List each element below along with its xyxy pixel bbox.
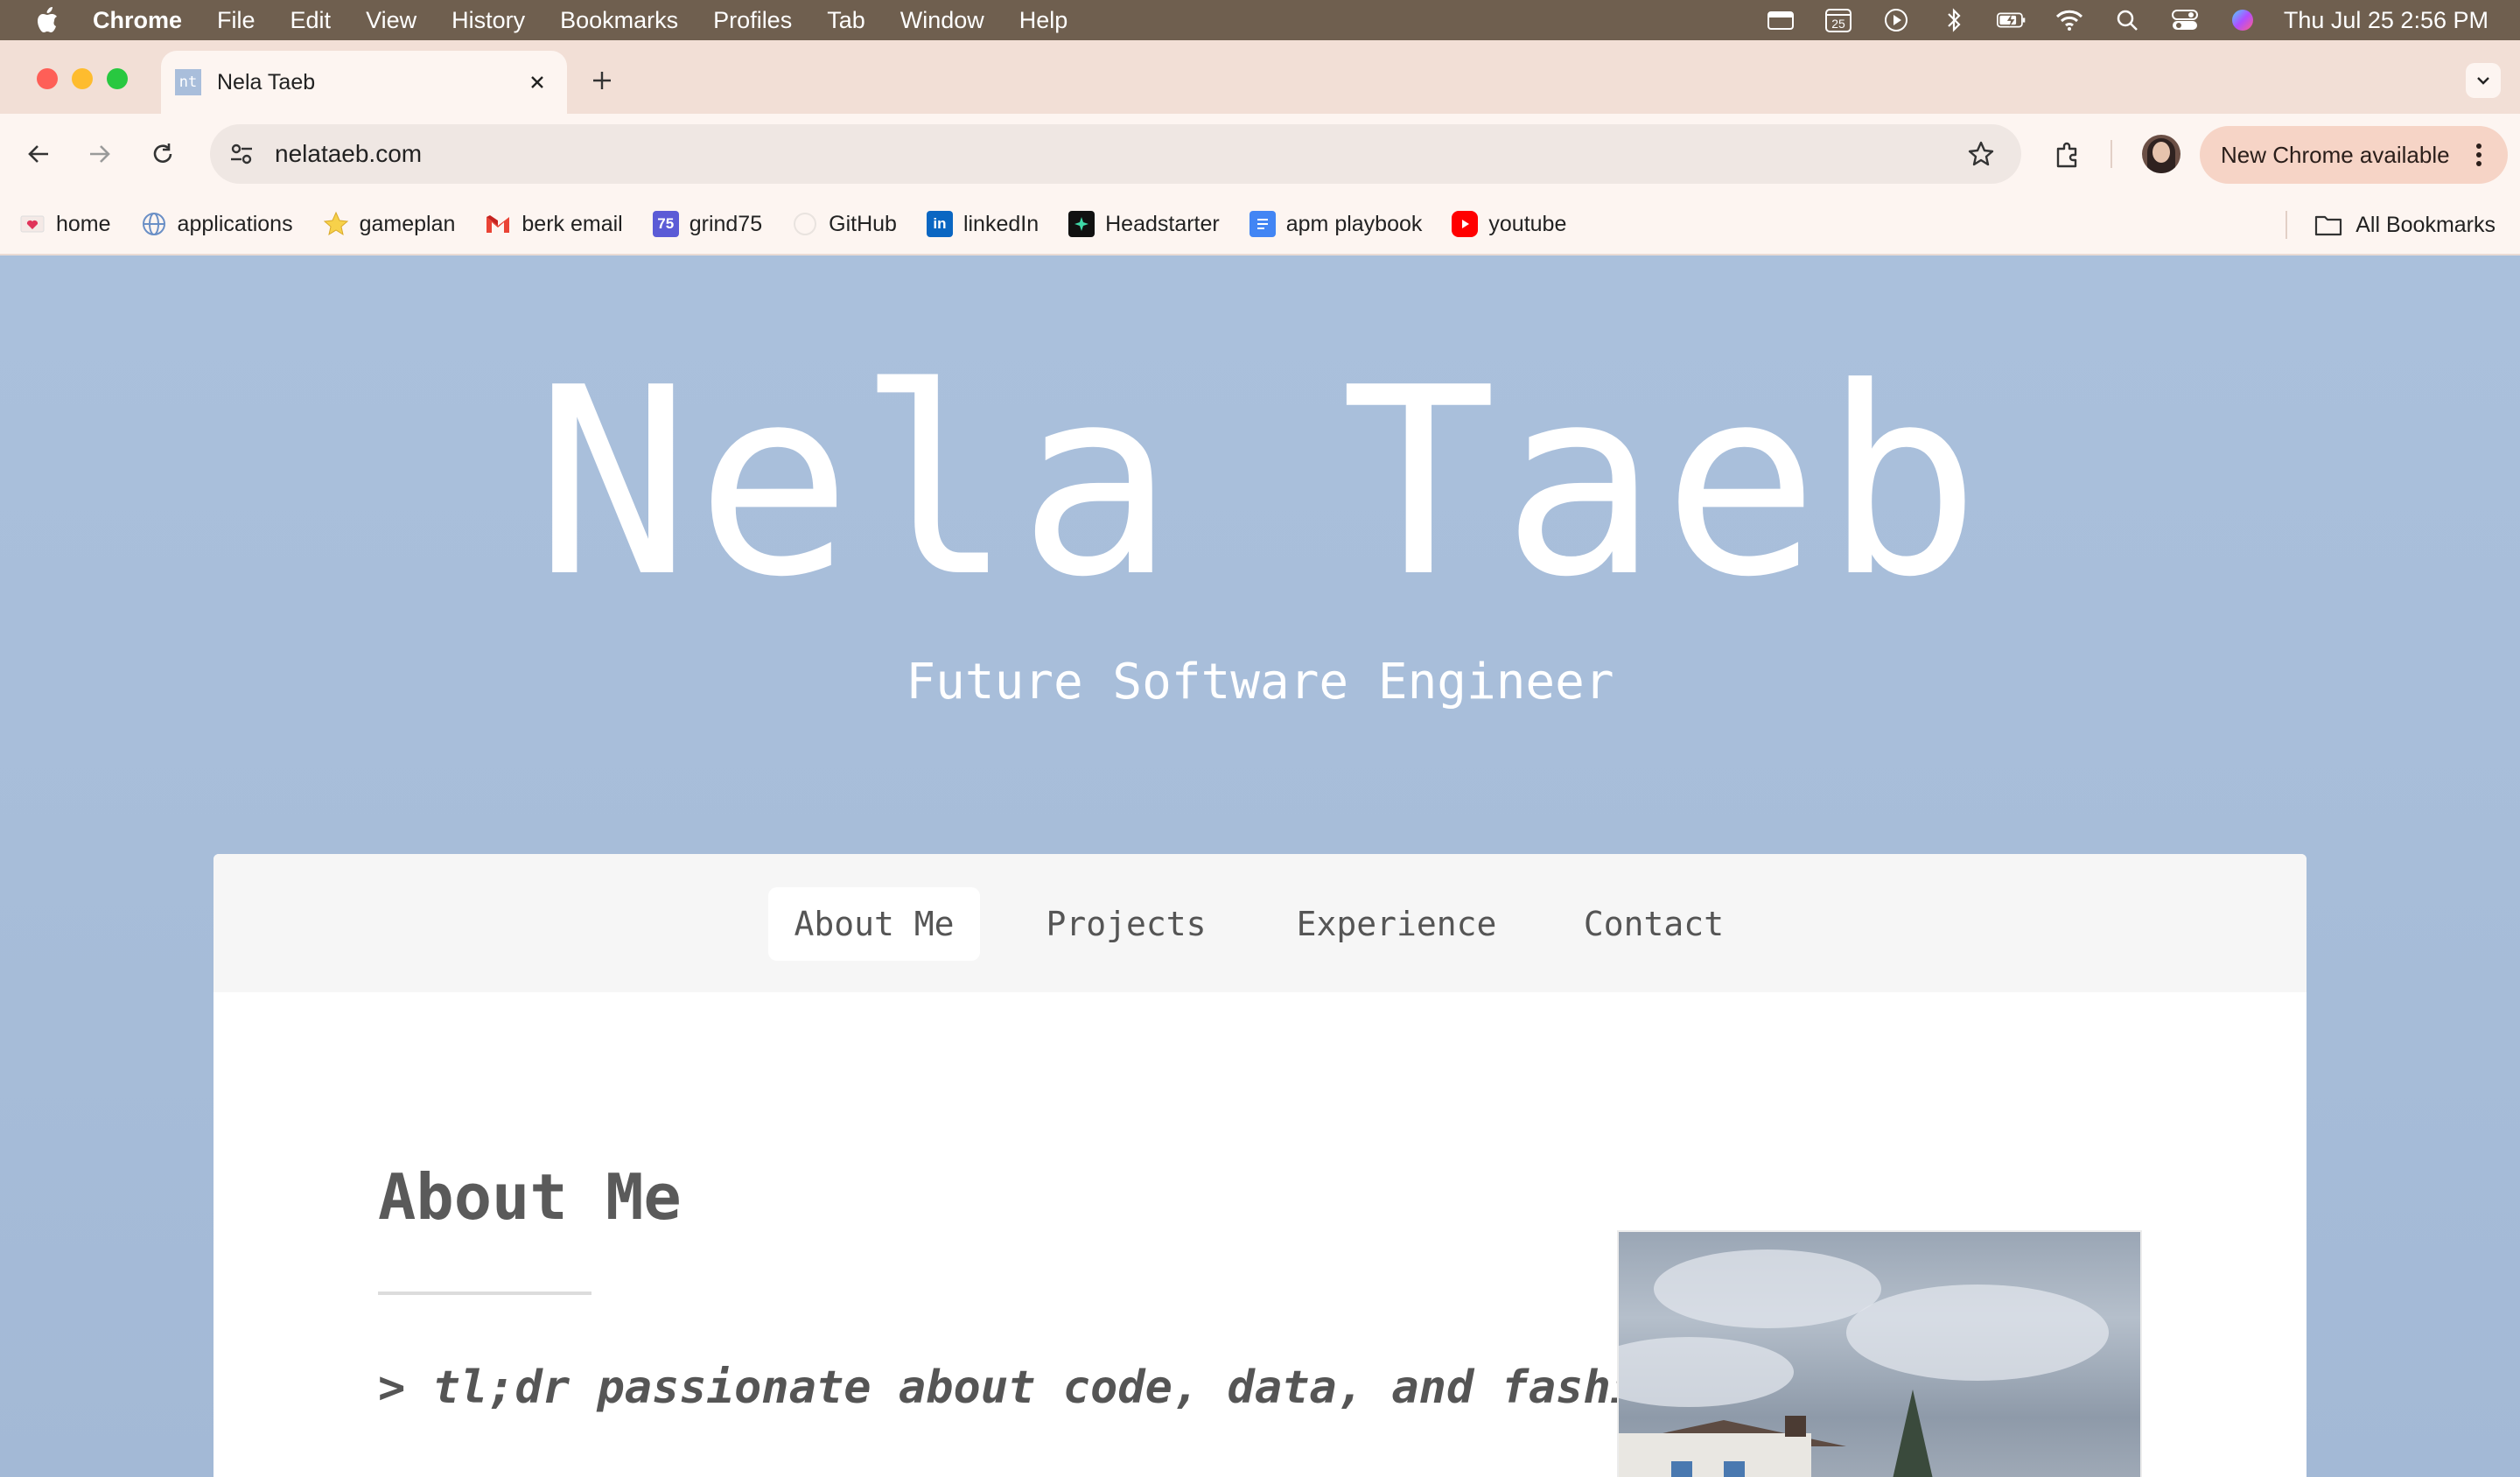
bookmark-label: home: [56, 211, 111, 236]
menu-app-name[interactable]: Chrome: [93, 7, 182, 34]
bookmark-berk-email[interactable]: berk email: [485, 211, 623, 237]
headstarter-icon: [1068, 211, 1096, 237]
play-circle-icon[interactable]: [1881, 7, 1911, 33]
bookmark-label: applications: [177, 211, 293, 236]
forward-arrow-icon[interactable]: [82, 136, 117, 172]
bookmark-home[interactable]: home: [19, 211, 111, 237]
more-vertical-icon[interactable]: [2466, 142, 2492, 168]
bookmark-label: GitHub: [829, 211, 897, 236]
menu-bar-clock[interactable]: Thu Jul 25 2:56 PM: [2284, 7, 2488, 34]
menu-edit[interactable]: Edit: [290, 7, 332, 34]
menu-profiles[interactable]: Profiles: [713, 7, 792, 34]
back-arrow-icon[interactable]: [21, 136, 56, 172]
bookmark-headstarter[interactable]: Headstarter: [1068, 211, 1220, 237]
window-close-button[interactable]: [37, 68, 58, 89]
bookmark-grind75[interactable]: 75 grind75: [652, 211, 763, 237]
about-tldr-text: > tl;dr passionate about code, data, and…: [378, 1362, 1693, 1414]
reload-icon[interactable]: [145, 136, 180, 172]
wifi-icon[interactable]: [2054, 7, 2084, 33]
grind75-icon: 75: [652, 211, 679, 237]
siri-icon[interactable]: [2228, 7, 2258, 33]
bookmark-applications[interactable]: applications: [141, 211, 293, 237]
address-bar[interactable]: [210, 124, 2021, 184]
bookmarks-divider: [2286, 211, 2288, 239]
content-card: About Me Projects Experience Contact Abo…: [214, 854, 2306, 1477]
toolbar-divider: [2110, 140, 2112, 168]
globe-icon: [141, 211, 167, 237]
menu-bar-status-area: 25 Thu Jul 25 2:56 PM: [1738, 0, 2488, 40]
tab-title: Nela Taeb: [217, 69, 316, 94]
heading-underline: [378, 1292, 592, 1295]
calendar-day: 25: [1831, 17, 1845, 31]
bookmark-label: gameplan: [359, 211, 456, 236]
bookmark-youtube[interactable]: youtube: [1452, 211, 1566, 237]
nav-tab-contact[interactable]: Contact: [1566, 887, 1741, 961]
tab-search-chevron-down-icon[interactable]: [2466, 63, 2501, 98]
nav-tab-projects[interactable]: Projects: [1027, 887, 1225, 961]
tab-close-icon[interactable]: [523, 68, 551, 96]
window-minimize-button[interactable]: [72, 68, 93, 89]
update-button-label: New Chrome available: [2221, 141, 2450, 168]
bookmark-label: grind75: [689, 211, 763, 236]
bookmark-label: apm playbook: [1285, 211, 1423, 236]
all-bookmarks-button[interactable]: All Bookmarks: [2356, 213, 2496, 238]
youtube-icon: [1452, 211, 1479, 237]
web-page: Nela Taeb Future Software Engineer About…: [0, 256, 2520, 1477]
bookmark-github[interactable]: GitHub: [792, 211, 897, 237]
section-nav: About Me Projects Experience Contact: [214, 854, 2306, 992]
bookmark-label: youtube: [1488, 211, 1567, 236]
menu-view[interactable]: View: [366, 7, 416, 34]
profile-photo: [1617, 1230, 2142, 1477]
new-chrome-available-button[interactable]: New Chrome available: [2200, 126, 2508, 184]
screen-icon[interactable]: [1766, 7, 1796, 33]
site-info-tune-icon[interactable]: [224, 136, 259, 172]
menu-bookmarks[interactable]: Bookmarks: [560, 7, 678, 34]
bluetooth-icon[interactable]: [1939, 7, 1969, 33]
hero-name: Nela Taeb: [535, 332, 1985, 634]
gmail-icon: [485, 211, 511, 237]
nav-tab-about-me[interactable]: About Me: [768, 887, 980, 961]
github-icon: [792, 211, 818, 237]
menu-tab[interactable]: Tab: [827, 7, 865, 34]
new-tab-plus-icon[interactable]: [586, 65, 618, 96]
bookmark-star-icon[interactable]: [1964, 136, 1998, 172]
hero-subtitle: Future Software Engineer: [906, 654, 1614, 710]
battery-charging-icon[interactable]: [1996, 7, 2026, 33]
window-zoom-button[interactable]: [107, 68, 128, 89]
tab-favicon: nt: [175, 69, 201, 95]
browser-tab-active[interactable]: nt Nela Taeb: [161, 51, 567, 114]
about-me-heading: About Me: [378, 1160, 682, 1234]
menu-file[interactable]: File: [217, 7, 256, 34]
bookmarks-bar: home applications gameplan berk email 75…: [0, 194, 2520, 256]
bookmark-linkedin[interactable]: in linkedIn: [926, 211, 1040, 237]
bookmark-apm-playbook[interactable]: apm playbook: [1249, 211, 1423, 237]
control-center-icon[interactable]: [2170, 7, 2200, 33]
star-icon: [323, 211, 349, 237]
bookmark-label: berk email: [522, 211, 623, 236]
macos-menu-bar: Chrome File Edit View History Bookmarks …: [0, 0, 2520, 40]
bookmark-label: linkedIn: [962, 211, 1040, 236]
menu-help[interactable]: Help: [1019, 7, 1068, 34]
menu-history[interactable]: History: [452, 7, 525, 34]
extensions-puzzle-icon[interactable]: [2049, 135, 2088, 173]
bookmark-gameplan[interactable]: gameplan: [323, 211, 456, 237]
apple-logo-icon[interactable]: [32, 5, 61, 35]
docs-icon: [1249, 211, 1276, 237]
all-bookmarks-area: All Bookmarks: [2286, 194, 2496, 256]
menu-window[interactable]: Window: [900, 7, 984, 34]
profile-avatar[interactable]: [2142, 135, 2180, 173]
linkedin-icon: in: [926, 211, 953, 237]
folder-icon: [2314, 212, 2343, 238]
url-input[interactable]: [275, 140, 1850, 168]
bookmark-label: Headstarter: [1105, 211, 1220, 236]
spotlight-search-icon[interactable]: [2112, 7, 2142, 33]
browser-toolbar: New Chrome available: [0, 114, 2520, 194]
calendar-icon[interactable]: 25: [1824, 7, 1853, 33]
nav-tab-experience[interactable]: Experience: [1274, 887, 1519, 961]
heart-card-icon: [19, 211, 46, 237]
browser-tab-strip: nt Nela Taeb: [0, 40, 2520, 114]
